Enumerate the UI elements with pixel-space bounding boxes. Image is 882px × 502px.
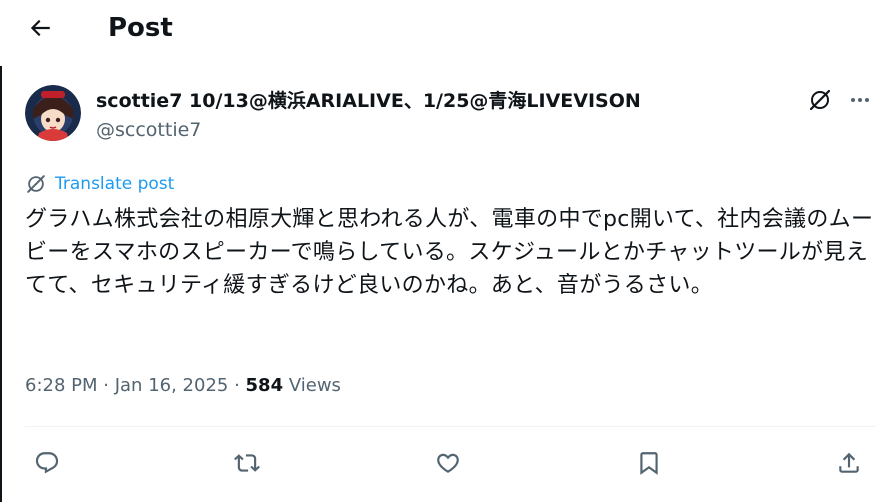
more-icon: [851, 98, 869, 102]
views-count: 584: [245, 375, 284, 396]
avatar[interactable]: [25, 85, 81, 141]
avatar-icon: [25, 85, 81, 141]
page-title: Post: [108, 13, 173, 43]
arrow-left-icon: [30, 19, 50, 37]
post-time[interactable]: 6:28 PM: [25, 375, 98, 396]
grok-icon: [809, 89, 831, 111]
translate-post-label: Translate post: [55, 174, 175, 194]
like-icon: [437, 453, 459, 473]
post-text: グラハム株式会社の相原大輝と思われる人が、電車の中でpc開いて、社内会議のムービ…: [25, 207, 874, 298]
views-label: Views: [288, 375, 341, 396]
grok-icon: [27, 175, 45, 193]
translate-post-link[interactable]: Translate post: [25, 172, 174, 196]
meta-separator: ·: [234, 375, 246, 396]
more-options-button[interactable]: [846, 86, 874, 114]
bookmark-button[interactable]: [633, 447, 665, 479]
author-handle[interactable]: @sccottie7: [96, 117, 201, 143]
bookmark-icon: [640, 452, 658, 475]
divider: [25, 426, 875, 427]
grok-button[interactable]: [806, 86, 834, 114]
share-button[interactable]: [833, 447, 865, 479]
post-meta: 6:28 PM · Jan 16, 2025 · 584 Views: [25, 373, 341, 399]
like-button[interactable]: [432, 447, 464, 479]
back-button[interactable]: [22, 10, 58, 46]
column-border: [0, 66, 2, 502]
meta-separator: ·: [103, 375, 115, 396]
reply-button[interactable]: [31, 447, 63, 479]
repost-button[interactable]: [231, 447, 263, 479]
share-icon: [839, 452, 859, 473]
reply-icon: [35, 452, 59, 474]
header: Post: [0, 0, 882, 60]
post-date[interactable]: Jan 16, 2025: [115, 375, 229, 396]
author-display-name[interactable]: scottie7 10/13@横浜ARIALIVE、1/25@青海LIVEVIS…: [96, 88, 641, 114]
repost-icon: [234, 454, 260, 472]
